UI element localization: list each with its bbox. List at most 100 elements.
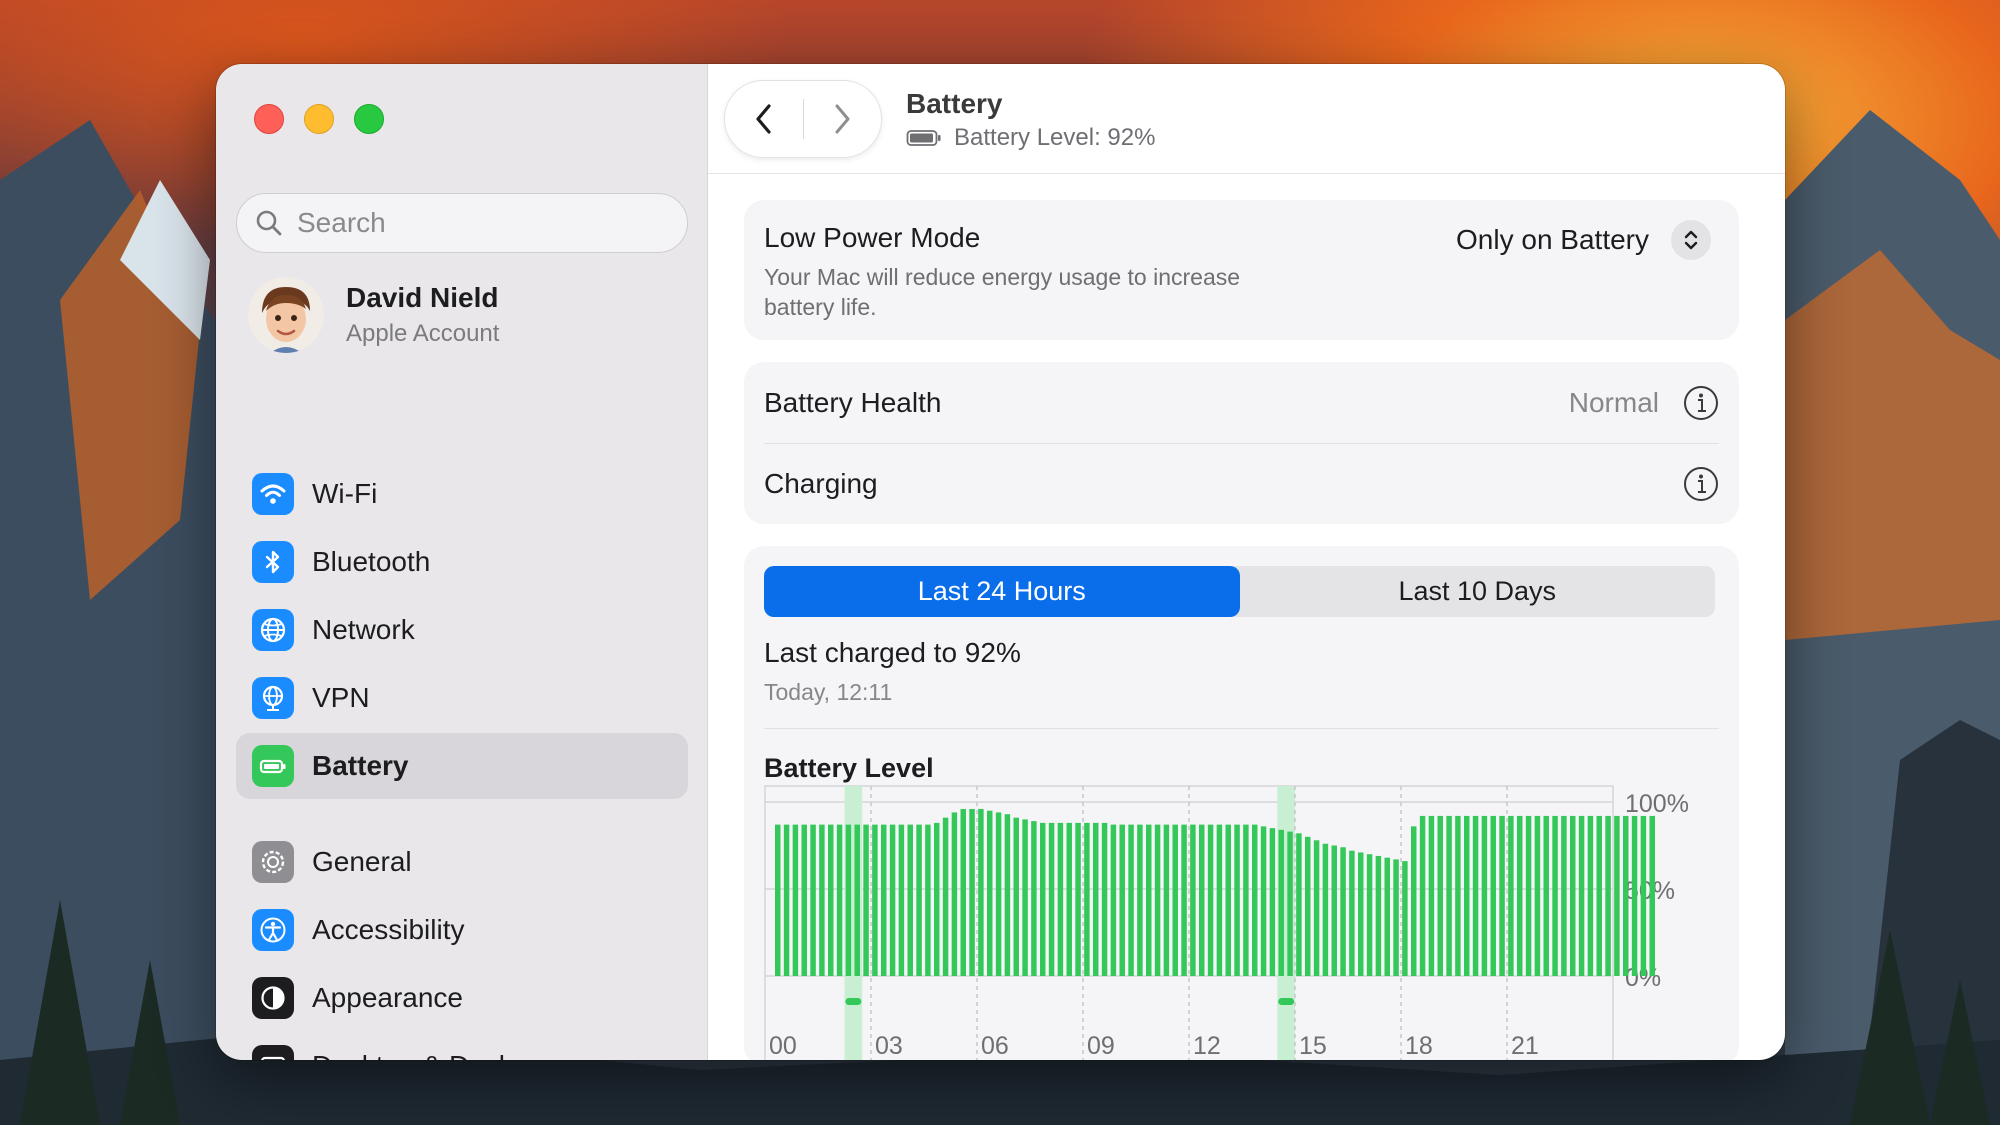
- apple-account-row[interactable]: David Nield Apple Account: [248, 277, 499, 353]
- x-tick-label: 03: [875, 1032, 903, 1060]
- sidebar-group-system: General Accessibility Appearance Desktop…: [236, 829, 688, 1060]
- sidebar-item-label: Wi-Fi: [312, 478, 378, 509]
- battery-level-bar: [1437, 815, 1443, 976]
- battery-level-bar: [1137, 824, 1143, 976]
- y-tick-label: 100%: [1625, 790, 1689, 818]
- battery-level-bar: [1260, 826, 1267, 976]
- battery-level-bar: [1384, 857, 1390, 976]
- battery-level-bar: [1207, 824, 1214, 976]
- charging-info-icon[interactable]: [1683, 466, 1719, 502]
- sidebar: David Nield Apple Account Wi-Fi Bluetoot…: [216, 64, 708, 1060]
- battery-level-bar: [1419, 815, 1426, 976]
- battery-level-bar: [1411, 826, 1417, 976]
- battery-level-bar: [1154, 824, 1161, 976]
- battery-level-bar: [934, 822, 940, 976]
- close-window-button[interactable]: [254, 104, 284, 134]
- wifi-icon: [252, 473, 294, 515]
- accessibility-icon: [252, 909, 294, 951]
- battery-level-bar: [1190, 824, 1196, 976]
- battery-level-bar: [1517, 815, 1523, 976]
- divider: [764, 728, 1719, 729]
- battery-level-chart: 100%50%0%0003060912151821: [764, 785, 1689, 1060]
- x-tick-label: 18: [1405, 1032, 1433, 1060]
- battery-level-icon: [906, 130, 941, 146]
- sidebar-item-appearance[interactable]: Appearance: [236, 965, 688, 1031]
- zoom-window-button[interactable]: [354, 104, 384, 134]
- sidebar-item-label: Appearance: [312, 982, 464, 1013]
- battery-level-bar: [1128, 824, 1134, 976]
- battery-health-label: Battery Health: [764, 386, 942, 418]
- tab-last-10-days[interactable]: Last 10 Days: [1240, 566, 1716, 617]
- battery-level-bar: [1252, 824, 1258, 976]
- battery-level-bar: [889, 824, 896, 976]
- x-tick-label: 21: [1511, 1032, 1539, 1060]
- battery-level-bar: [1499, 815, 1505, 976]
- battery-level-bar: [1057, 822, 1064, 976]
- battery-level-bar: [925, 824, 931, 976]
- battery-level-bar: [1428, 815, 1435, 976]
- battery-level-bar: [1101, 822, 1108, 976]
- sidebar-item-desktop-dock[interactable]: Desktop & Dock: [236, 1033, 688, 1060]
- navigation-buttons: [724, 80, 882, 158]
- battery-level-bar: [1199, 824, 1205, 976]
- battery-health-value: Normal: [1568, 386, 1659, 418]
- sidebar-item-vpn[interactable]: VPN: [236, 665, 688, 731]
- battery-level-bar: [1013, 817, 1019, 976]
- battery-level-bar: [1322, 843, 1329, 976]
- sidebar-item-accessibility[interactable]: Accessibility: [236, 897, 688, 963]
- battery-level-bar: [1269, 828, 1276, 976]
- low-power-mode-description: Your Mac will reduce energy usage to inc…: [764, 264, 1241, 320]
- battery-level-bar: [1393, 859, 1399, 976]
- battery-level-bar: [1048, 822, 1055, 976]
- search-icon: [256, 210, 282, 236]
- search-field[interactable]: [236, 193, 688, 253]
- bluetooth-icon: [252, 541, 294, 583]
- battery-level-bar: [1313, 840, 1320, 976]
- battery-level-bar: [1570, 815, 1576, 976]
- sidebar-group-network: Wi-Fi Bluetooth Network VPN Battery: [236, 461, 688, 801]
- battery-level-bar: [1216, 824, 1223, 976]
- sidebar-item-network[interactable]: Network: [236, 597, 688, 663]
- battery-level-bar: [1075, 822, 1081, 976]
- minimize-window-button[interactable]: [304, 104, 334, 134]
- battery-level-bar: [1481, 815, 1488, 976]
- back-button[interactable]: [725, 80, 803, 158]
- sidebar-item-bluetooth[interactable]: Bluetooth: [236, 529, 688, 595]
- battery-level-bar: [1022, 819, 1028, 976]
- battery-level-bar: [872, 824, 878, 976]
- settings-pane: Battery Battery Level: 92% Low Power Mod…: [708, 64, 1785, 1060]
- low-power-mode-select[interactable]: Only on Battery: [1456, 220, 1711, 260]
- battery-level-bar: [951, 812, 958, 976]
- forward-button[interactable]: [804, 80, 882, 158]
- battery-level-bar: [1146, 824, 1152, 976]
- chevron-right-icon: [835, 104, 850, 134]
- battery-level-bar: [1640, 815, 1647, 976]
- x-tick-label: 09: [1087, 1032, 1115, 1060]
- battery-level-bar: [1004, 814, 1011, 976]
- time-range-segmented-control: Last 24 Hours Last 10 Days: [764, 566, 1715, 617]
- battery-icon: [252, 745, 294, 787]
- battery-level-bar: [1525, 815, 1532, 976]
- sidebar-item-general[interactable]: General: [236, 829, 688, 895]
- battery-level-bar: [1508, 815, 1514, 976]
- battery-level-subtitle: Battery Level: 92%: [906, 124, 1155, 152]
- chart-title: Battery Level: [764, 753, 934, 783]
- battery-level-bar: [898, 824, 905, 976]
- appearance-icon: [252, 977, 294, 1019]
- sidebar-item-wifi[interactable]: Wi-Fi: [236, 461, 688, 527]
- battery-level-bar: [1366, 854, 1373, 976]
- search-input[interactable]: [297, 207, 657, 239]
- battery-level-text: Battery Level: 92%: [954, 124, 1156, 151]
- battery-level-bar: [1464, 815, 1470, 976]
- battery-level-bar: [836, 824, 843, 976]
- battery-level-bar: [1172, 824, 1178, 976]
- battery-level-bar: [1358, 852, 1364, 976]
- battery-level-bar: [1623, 815, 1629, 976]
- sidebar-item-label: Network: [312, 614, 415, 645]
- battery-health-info-icon[interactable]: [1683, 385, 1719, 421]
- tab-last-24-hours[interactable]: Last 24 Hours: [764, 566, 1240, 617]
- sidebar-item-battery[interactable]: Battery: [236, 733, 688, 799]
- vpn-globe-icon: [252, 677, 294, 719]
- battery-level-bar: [1278, 829, 1284, 976]
- battery-level-bar: [1287, 831, 1293, 976]
